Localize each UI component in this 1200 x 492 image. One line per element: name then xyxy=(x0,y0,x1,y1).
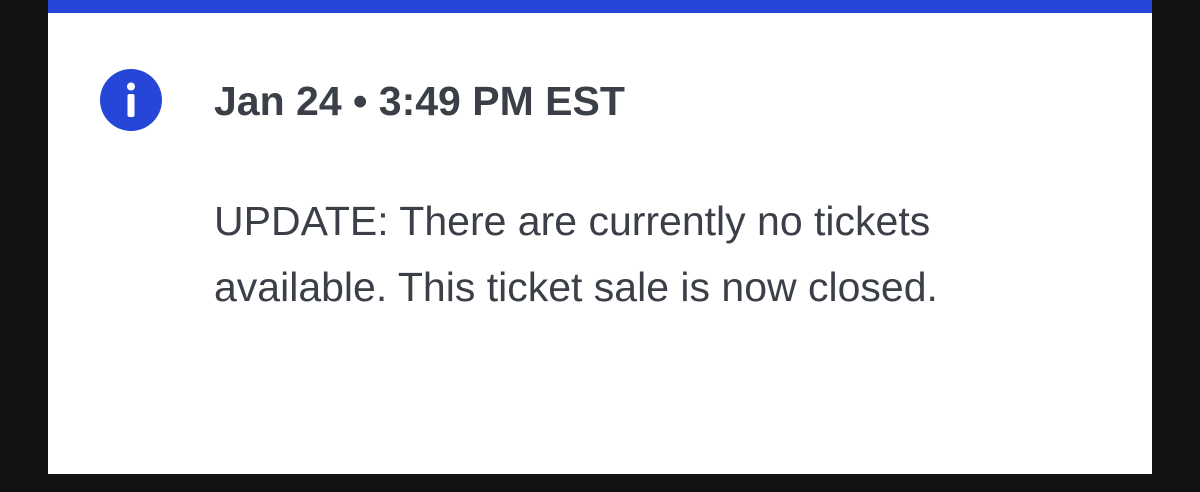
notice-timestamp: Jan 24 • 3:49 PM EST xyxy=(214,78,625,124)
info-icon xyxy=(100,69,162,131)
notice-card: Jan 24 • 3:49 PM EST UPDATE: There are c… xyxy=(48,0,1152,474)
notice-message: UPDATE: There are currently no tickets a… xyxy=(214,198,938,310)
accent-bar xyxy=(48,0,1152,13)
